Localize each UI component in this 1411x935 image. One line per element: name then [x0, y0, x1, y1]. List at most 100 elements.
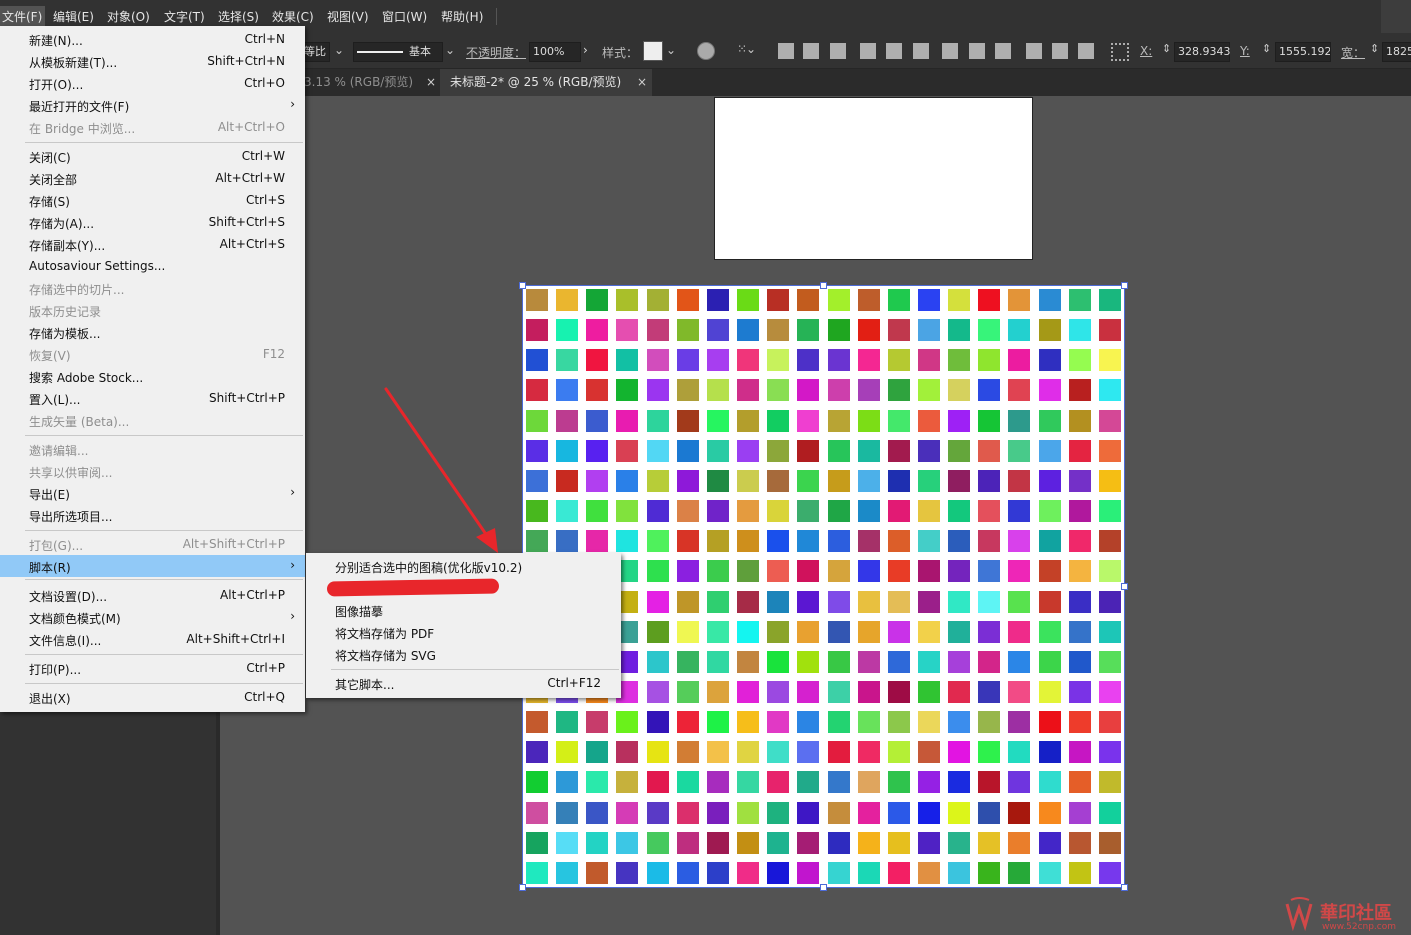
color-swatch[interactable] [948, 409, 971, 432]
menu-item-save-copy[interactable]: 存储副本(Y)... Alt+Ctrl+S [0, 233, 305, 255]
color-swatch[interactable] [586, 861, 609, 884]
color-swatch[interactable] [1068, 831, 1091, 854]
color-swatch[interactable] [887, 469, 910, 492]
color-swatch[interactable] [1098, 409, 1121, 432]
color-swatch[interactable] [526, 439, 548, 462]
distribute-hcenter-icon[interactable] [1052, 43, 1068, 59]
color-swatch[interactable] [827, 500, 850, 523]
color-swatch[interactable] [706, 409, 729, 432]
selection-handle[interactable] [1121, 884, 1128, 891]
color-swatch[interactable] [556, 379, 579, 402]
distribute-top-icon[interactable] [942, 43, 958, 59]
color-swatch[interactable] [676, 500, 699, 523]
align-right-icon[interactable] [830, 43, 846, 59]
color-swatch[interactable] [978, 349, 1001, 372]
color-swatch[interactable] [646, 711, 669, 734]
color-swatch[interactable] [737, 409, 760, 432]
color-swatch[interactable] [978, 409, 1001, 432]
color-swatch[interactable] [917, 801, 940, 824]
color-swatch[interactable] [1098, 801, 1121, 824]
color-swatch[interactable] [646, 469, 669, 492]
color-swatch[interactable] [1068, 861, 1091, 884]
color-swatch[interactable] [526, 409, 548, 432]
color-swatch[interactable] [676, 831, 699, 854]
color-swatch[interactable] [526, 319, 548, 342]
color-swatch[interactable] [857, 560, 880, 583]
color-swatch[interactable] [827, 680, 850, 703]
color-swatch[interactable] [706, 349, 729, 372]
color-swatch[interactable] [1068, 650, 1091, 673]
color-swatch[interactable] [526, 530, 548, 553]
color-swatch[interactable] [706, 530, 729, 553]
color-swatch[interactable] [767, 741, 790, 764]
color-swatch[interactable] [948, 831, 971, 854]
x-stepper-icon[interactable]: ⇕ [1162, 42, 1171, 55]
color-swatch[interactable] [616, 771, 639, 794]
color-swatch[interactable] [1038, 620, 1061, 643]
width-input[interactable]: 1825 [1382, 42, 1411, 62]
menu-item-save-as[interactable]: 存储为(A)... Shift+Ctrl+S [0, 211, 305, 233]
color-swatch[interactable] [887, 861, 910, 884]
color-swatch[interactable] [526, 861, 548, 884]
color-swatch[interactable] [1068, 680, 1091, 703]
color-swatch[interactable] [1068, 289, 1091, 311]
color-swatch[interactable] [526, 379, 548, 402]
color-swatch[interactable] [1008, 469, 1031, 492]
color-swatch[interactable] [1068, 801, 1091, 824]
opacity-label[interactable]: 不透明度： [466, 44, 526, 61]
y-stepper-icon[interactable]: ⇕ [1262, 42, 1271, 55]
color-swatch[interactable] [917, 289, 940, 311]
color-swatch[interactable] [586, 289, 609, 311]
color-swatch[interactable] [978, 590, 1001, 613]
color-swatch[interactable] [797, 379, 820, 402]
selection-handle[interactable] [820, 282, 827, 289]
color-swatch[interactable] [1068, 349, 1091, 372]
color-swatch[interactable] [676, 469, 699, 492]
color-swatch[interactable] [767, 560, 790, 583]
opacity-input[interactable]: 100% [529, 42, 581, 62]
color-swatch[interactable] [827, 831, 850, 854]
submenu-item-fit-selected-artwork[interactable]: 分别适合选中的图稿(优化版v10.2) [306, 555, 621, 577]
color-swatch[interactable] [857, 590, 880, 613]
menu-item-print[interactable]: 打印(P)... Ctrl+P [0, 657, 305, 679]
color-swatch[interactable] [1068, 741, 1091, 764]
color-swatch[interactable] [676, 620, 699, 643]
color-swatch[interactable] [857, 831, 880, 854]
menu-object[interactable]: 对象(O) [107, 8, 150, 25]
menu-item-autosaviour-settings[interactable]: Autosaviour Settings... [0, 255, 305, 277]
color-swatch[interactable] [646, 530, 669, 553]
menu-item-search-adobe-stock[interactable]: 搜索 Adobe Stock... [0, 365, 305, 387]
align-left-icon[interactable] [778, 43, 794, 59]
color-swatch[interactable] [948, 500, 971, 523]
color-swatch[interactable] [857, 771, 880, 794]
color-swatch[interactable] [1038, 560, 1061, 583]
color-swatch[interactable] [857, 620, 880, 643]
color-swatch[interactable] [767, 319, 790, 342]
color-swatch[interactable] [917, 500, 940, 523]
color-swatch[interactable] [1068, 500, 1091, 523]
color-swatch[interactable] [857, 680, 880, 703]
color-swatch[interactable] [706, 590, 729, 613]
color-swatch[interactable] [556, 711, 579, 734]
color-swatch[interactable] [706, 379, 729, 402]
color-swatch[interactable] [646, 379, 669, 402]
color-swatch[interactable] [917, 771, 940, 794]
color-swatch[interactable] [887, 590, 910, 613]
color-swatch[interactable] [706, 500, 729, 523]
selection-handle[interactable] [1121, 583, 1128, 590]
color-swatch[interactable] [917, 741, 940, 764]
submenu-item-other-scripts[interactable]: 其它脚本... Ctrl+F12 [306, 672, 621, 694]
menu-type[interactable]: 文字(T) [164, 8, 205, 25]
color-swatch[interactable] [978, 379, 1001, 402]
color-swatch[interactable] [676, 530, 699, 553]
color-swatch[interactable] [1038, 771, 1061, 794]
color-swatch[interactable] [948, 439, 971, 462]
color-swatch[interactable] [767, 379, 790, 402]
color-swatch[interactable] [767, 801, 790, 824]
color-swatch[interactable] [706, 711, 729, 734]
color-swatch[interactable] [706, 289, 729, 311]
color-swatch[interactable] [1098, 349, 1121, 372]
color-swatch[interactable] [737, 289, 760, 311]
align-top-icon[interactable] [860, 43, 876, 59]
selection-handle[interactable] [519, 282, 526, 289]
